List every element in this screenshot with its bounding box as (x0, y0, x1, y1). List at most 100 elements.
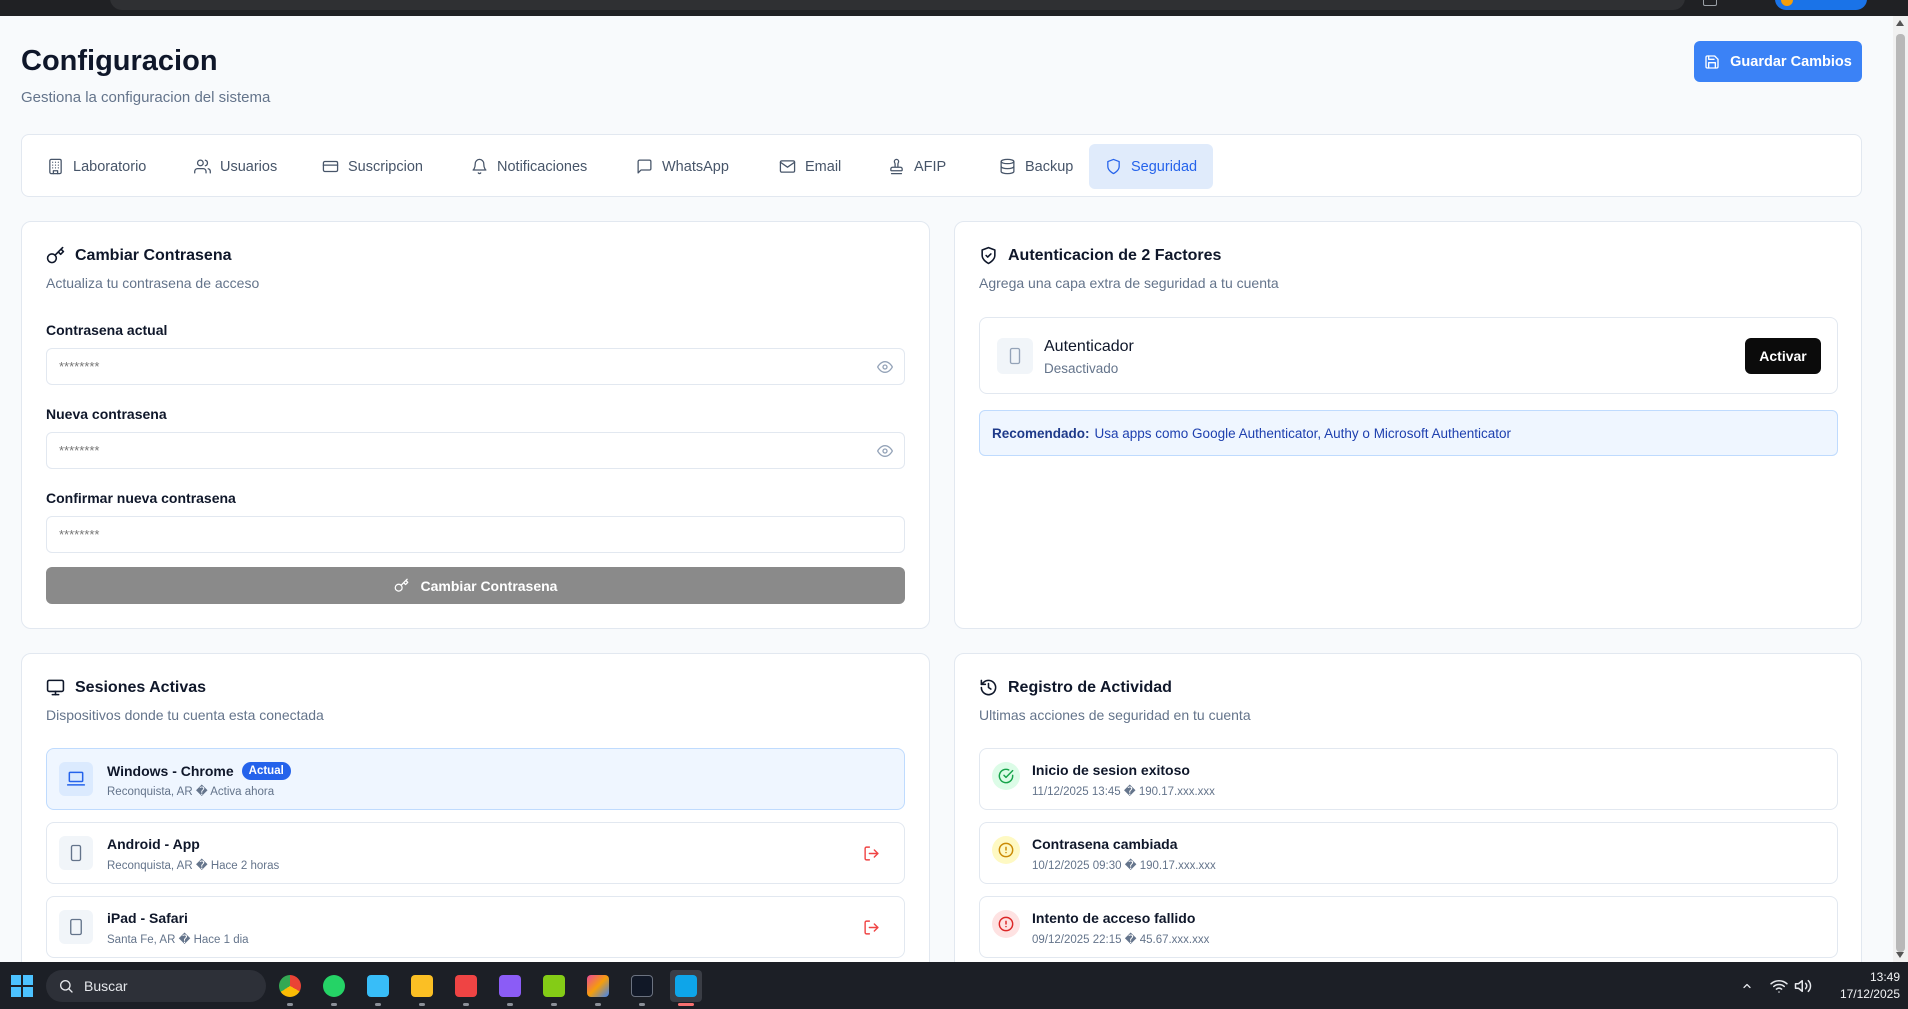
bell-icon (472, 158, 487, 175)
tablet-icon (59, 910, 93, 944)
tab-backup[interactable]: Backup (983, 144, 1089, 189)
card-title-text: Sesiones Activas (75, 678, 207, 696)
snipping-tool-app-icon[interactable] (450, 970, 482, 1006)
clock-time: 13:49 (1869, 970, 1900, 984)
session-device-name: iPad - Safari (107, 910, 188, 926)
laptop-icon (59, 762, 93, 796)
taskbar-search[interactable]: Buscar (46, 970, 266, 1002)
tab-usuarios[interactable]: Usuarios (178, 144, 293, 189)
card-description: Agrega una capa extra de seguridad a tu … (979, 275, 1279, 291)
activate-button[interactable]: Activar (1745, 338, 1821, 374)
activity-detail: 09/12/2025 22:15 � 45.67.xxx.xxx (1032, 934, 1210, 946)
intellij-app-icon[interactable] (582, 970, 614, 1006)
card-title-text: Registro de Actividad (1008, 678, 1172, 696)
new-password-input[interactable] (46, 432, 905, 469)
building-icon (49, 158, 62, 175)
authenticator-row: Autenticador Desactivado Activar (979, 317, 1838, 394)
session-detail: Reconquista, AR � Hace 2 horas (107, 860, 280, 872)
error-circle-icon (992, 910, 1020, 938)
volume-icon[interactable] (1794, 977, 1812, 995)
current-password-label: Contrasena actual (46, 322, 168, 338)
confirm-password-label: Confirmar nueva contrasena (46, 490, 236, 506)
smartphone-icon (59, 836, 93, 870)
tab-label: Usuarios (220, 158, 278, 175)
tab-label: Suscripcion (348, 158, 423, 175)
page-scrollbar[interactable] (1893, 16, 1908, 962)
wifi-icon[interactable] (1770, 977, 1788, 995)
card-description: Dispositivos donde tu cuenta esta conect… (46, 707, 324, 723)
activity-event: Inicio de sesion exitoso (1032, 762, 1190, 778)
change-password-button[interactable]: Cambiar Contrasena (46, 567, 905, 604)
windows-start-icon[interactable] (11, 975, 33, 997)
azure-app-icon[interactable] (670, 970, 702, 1006)
visual-studio-app-icon[interactable] (494, 970, 526, 1006)
settings-tabs: Laboratorio Usuarios Suscripcion Notific… (21, 134, 1862, 197)
monitor-icon (46, 679, 65, 696)
users-icon (194, 159, 211, 174)
scrollbar-thumb[interactable] (1896, 34, 1905, 952)
clock-date: 17/12/2025 (1839, 987, 1900, 1001)
key-icon (46, 246, 65, 264)
tab-laboratorio[interactable]: Laboratorio (31, 144, 162, 189)
tab-label: Seguridad (1131, 158, 1198, 175)
file-explorer-app-icon[interactable] (406, 970, 438, 1006)
tab-label: WhatsApp (662, 158, 729, 175)
session-device: Android - App (107, 836, 200, 852)
taskbar: Buscar 13:49 17/12/2025 (0, 962, 1908, 1009)
save-changes-label: Guardar Cambios (1730, 53, 1852, 70)
tab-email[interactable]: Email (763, 144, 857, 189)
tab-seguridad[interactable]: Seguridad (1089, 144, 1214, 189)
terminal-app-icon[interactable] (626, 970, 658, 1006)
chevron-up-icon[interactable] (1740, 980, 1754, 992)
tab-notificaciones[interactable]: Notificaciones (455, 144, 603, 189)
session-item: Android - App Reconquista, AR � Hace 2 h… (46, 822, 905, 884)
taskbar-clock[interactable]: 13:49 17/12/2025 (1820, 969, 1900, 1003)
tab-whatsapp[interactable]: WhatsApp (620, 144, 745, 189)
activity-item: Intento de acceso fallido 09/12/2025 22:… (979, 896, 1838, 958)
activity-item: Contrasena cambiada 10/12/2025 09:30 � 1… (979, 822, 1838, 884)
authenticator-name: Autenticador (1044, 338, 1134, 355)
card-description: Ultimas acciones de seguridad en tu cuen… (979, 707, 1251, 723)
notepad-app-icon[interactable] (362, 970, 394, 1006)
check-circle-icon (992, 762, 1020, 790)
tab-afip[interactable]: AFIP (872, 144, 962, 189)
logout-icon[interactable] (863, 919, 880, 936)
scroll-down-icon[interactable] (1896, 952, 1904, 958)
current-password-input[interactable] (46, 348, 905, 385)
confirm-password-input[interactable] (46, 516, 905, 553)
whatsapp-app-icon[interactable] (318, 970, 350, 1006)
card-title: Cambiar Contrasena (46, 246, 232, 265)
key-icon (394, 578, 408, 592)
shield-check-icon (981, 246, 996, 265)
tab-label: Email (805, 158, 842, 175)
chrome-app-icon[interactable] (274, 970, 306, 1006)
mail-icon (779, 160, 796, 173)
photos-app-icon[interactable] (538, 970, 570, 1006)
eye-icon[interactable] (877, 443, 893, 459)
activity-item: Inicio de sesion exitoso 11/12/2025 13:4… (979, 748, 1838, 810)
eye-icon[interactable] (877, 359, 893, 375)
session-device: iPad - Safari (107, 910, 188, 926)
scroll-up-icon[interactable] (1896, 20, 1904, 26)
activity-event: Intento de acceso fallido (1032, 910, 1196, 926)
tab-suscripcion[interactable]: Suscripcion (306, 144, 439, 189)
history-icon (980, 679, 997, 696)
page-subtitle: Gestiona la configuracion del sistema (21, 89, 271, 106)
stamp-icon (890, 158, 903, 175)
tab-label: AFIP (914, 158, 947, 175)
session-device: Windows - Chrome Actual (107, 762, 291, 780)
address-bar[interactable] (110, 0, 1685, 10)
change-password-card: Cambiar Contrasena Actualiza tu contrase… (21, 221, 930, 629)
recommendation-prefix: Recomendado: (992, 425, 1090, 441)
tab-label: Laboratorio (73, 158, 147, 175)
logout-icon[interactable] (863, 845, 880, 862)
card-title: Sesiones Activas (46, 678, 206, 697)
smartphone-icon (997, 338, 1033, 374)
session-detail: Santa Fe, AR � Hace 1 dia (107, 934, 249, 946)
recommendation-text: Usa apps como Google Authenticator, Auth… (1094, 425, 1512, 441)
window-icon[interactable] (1703, 0, 1717, 6)
change-password-label: Cambiar Contrasena (420, 577, 558, 594)
save-icon (1705, 54, 1719, 69)
save-changes-button[interactable]: Guardar Cambios (1694, 41, 1862, 82)
card-title-text: Autenticacion de 2 Factores (1008, 246, 1222, 264)
